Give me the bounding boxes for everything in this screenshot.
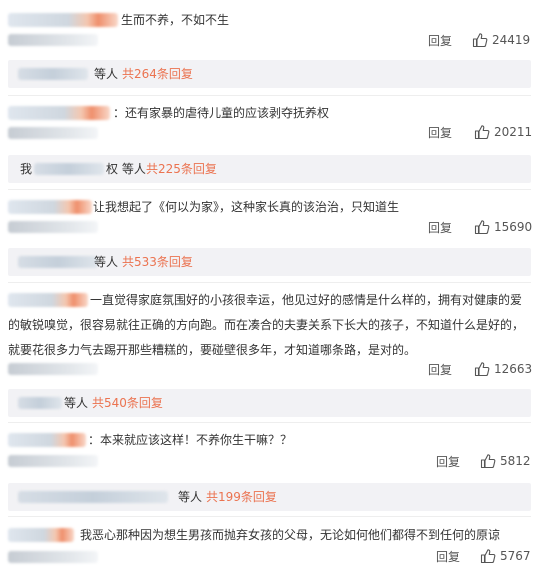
comment-timestamp — [8, 455, 98, 467]
like-count: 15690 — [494, 220, 533, 234]
comment-text: ：本来就应该这样！不养你生干嘛？？ — [88, 433, 293, 447]
sub-replier-names — [18, 68, 88, 80]
thumbs-up-icon — [472, 33, 488, 48]
reply-button[interactable]: 回复 — [428, 126, 452, 140]
sub-replies-others: 等人 — [94, 67, 119, 81]
commenter-name[interactable] — [8, 433, 86, 447]
comment-item: 让我想起了《何以为家》，这种家长真的该治治，只知道生 回复 15690 等人 共… — [0, 190, 539, 280]
thumbs-up-icon — [474, 220, 490, 235]
sub-replies-link[interactable]: 共199条回复 — [206, 490, 277, 504]
comment-item: ：本来就应该这样！不养你生干嘛？？ 回复 5812 等人 共199条回复 — [0, 423, 539, 511]
comment-item: ：还有家暴的虐待儿童的应该剥夺抚养权 回复 20211 我 权 等人 共225条… — [0, 96, 539, 186]
sub-replies-bar: 等人 共199条回复 — [8, 483, 531, 511]
thumbs-up-icon — [480, 454, 496, 469]
sub-replies-bar: 等人 共533条回复 — [8, 248, 531, 276]
comment-timestamp — [8, 363, 98, 375]
like-button[interactable]: 12663 — [474, 361, 532, 377]
like-count: 5812 — [500, 454, 531, 468]
sub-replies-link[interactable]: 共540条回复 — [92, 396, 163, 410]
comment-timestamp — [8, 34, 98, 46]
like-button[interactable]: 5812 — [480, 453, 531, 469]
comment-timestamp — [8, 127, 98, 139]
reply-button[interactable]: 回复 — [436, 550, 460, 564]
sub-replies-prefix: 我 — [20, 162, 33, 176]
comment-item: 生而不养，不如不生 回复 24419 等人 共264条回复 — [0, 0, 539, 88]
sub-replies-bar: 等人 共264条回复 — [8, 60, 531, 88]
sub-replies-others: 等人 — [64, 396, 89, 410]
comment-text-line: 的敏锐嗅觉，很容易就往正确的方向跑。而在凑合的夫妻关系下长大的孩子，不知道什么是… — [8, 318, 525, 332]
sub-replies-link[interactable]: 共264条回复 — [122, 67, 193, 81]
sub-replies-others: 等人 — [178, 490, 203, 504]
reply-button[interactable]: 回复 — [436, 455, 460, 469]
comment-text: ：还有家暴的虐待儿童的应该剥夺抚养权 — [113, 106, 330, 120]
like-button[interactable]: 5767 — [480, 548, 531, 564]
thumbs-up-icon — [480, 549, 496, 564]
like-button[interactable]: 24419 — [472, 32, 530, 48]
sub-replier-names — [18, 491, 168, 503]
commenter-name[interactable] — [8, 106, 110, 120]
sub-replies-others: 等人 — [94, 255, 119, 269]
like-count: 12663 — [494, 362, 533, 376]
comment-item: 我恶心那种因为想生男孩而抛弃女孩的父母，无论如何他们都得不到任何的原谅 回复 5… — [0, 517, 539, 567]
sub-replier-names — [18, 397, 62, 409]
sub-replies-others: 权 等人 — [106, 162, 146, 176]
reply-button[interactable]: 回复 — [428, 221, 452, 235]
comment-text: 让我想起了《何以为家》，这种家长真的该治治，只知道生 — [93, 200, 400, 214]
reply-button[interactable]: 回复 — [428, 363, 452, 377]
sub-replies-link[interactable]: 共533条回复 — [122, 255, 193, 269]
sub-replier-names — [34, 163, 104, 175]
comment-text: 一直觉得家庭氛围好的小孩很幸运，他见过好的感情是什么样的，拥有对健康的爱 的敏锐… — [8, 288, 528, 363]
like-count: 24419 — [492, 33, 531, 47]
comment-text: 我恶心那种因为想生男孩而抛弃女孩的父母，无论如何他们都得不到任何的原谅 — [80, 528, 501, 542]
commenter-name[interactable] — [8, 13, 118, 27]
comment-timestamp — [8, 551, 98, 563]
like-button[interactable]: 15690 — [474, 219, 532, 235]
reply-button[interactable]: 回复 — [428, 34, 452, 48]
thumbs-up-icon — [474, 362, 490, 377]
commenter-name[interactable] — [8, 528, 74, 542]
commenter-name[interactable] — [8, 200, 92, 214]
comment-text: 生而不养，不如不生 — [121, 13, 230, 27]
comment-item: 一直觉得家庭氛围好的小孩很幸运，他见过好的感情是什么样的，拥有对健康的爱 的敏锐… — [0, 283, 539, 423]
sub-replies-link[interactable]: 共225条回复 — [146, 162, 217, 176]
comment-text-line: 一直觉得家庭氛围好的小孩很幸运，他见过好的感情是什么样的，拥有对健康的爱 — [90, 293, 523, 307]
thumbs-up-icon — [474, 125, 490, 140]
sub-replies-bar: 我 权 等人 共225条回复 — [8, 155, 531, 183]
sub-replies-bar: 等人 共540条回复 — [8, 389, 531, 417]
comment-timestamp — [8, 221, 98, 233]
like-button[interactable]: 20211 — [474, 124, 532, 140]
comment-text-line: 就要花很多力气去踢开那些糟糕的，要碰壁很多年，才知道哪条路，是对的。 — [8, 343, 417, 357]
like-count: 20211 — [494, 125, 533, 139]
like-count: 5767 — [500, 549, 531, 563]
sub-replier-names — [18, 256, 98, 268]
